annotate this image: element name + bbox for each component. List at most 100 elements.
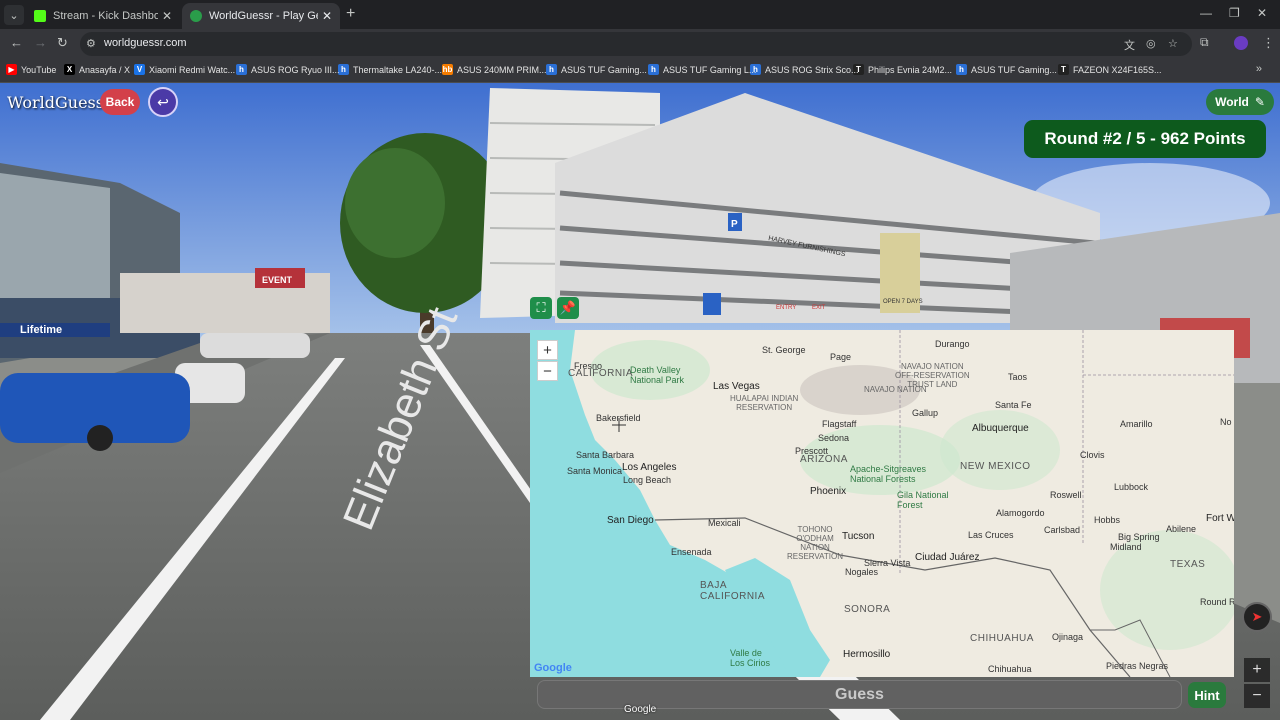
bookmark-favicon-icon: h: [956, 64, 967, 75]
bookmarks-bar: T FAZEON X24F165S... h ASUS TUF Gaming... T P…: [0, 59, 1280, 83]
map-label-hobbs: Hobbs: [1094, 515, 1121, 525]
close-tab-icon[interactable]: ✕: [322, 9, 332, 23]
map-label-tucson: Tucson: [842, 531, 875, 542]
browser-tab-bar: ⌄ Stream - Kick Dashboard ✕ WorldGuessr …: [0, 0, 1280, 29]
eye-slash-icon[interactable]: ◎: [1146, 37, 1156, 50]
tab-worldguessr[interactable]: WorldGuessr - Play Geoguessr ✕: [182, 3, 340, 29]
bookmark-item[interactable]: h ASUS TUF Gaming...: [546, 64, 647, 75]
back-button[interactable]: Back: [100, 89, 140, 115]
new-tab-plus-icon[interactable]: +: [346, 5, 355, 23]
bookmark-favicon-icon: T: [1058, 64, 1069, 75]
extensions-icon[interactable]: ⧉: [1200, 35, 1209, 50]
bookmark-item[interactable]: T FAZEON X24F165S...: [1058, 64, 1162, 75]
map-label-round-r: Round R: [1200, 597, 1234, 607]
map-label-new-mexico: NEW MEXICO: [960, 461, 1031, 472]
game-logo-title: WorldGuessr: [7, 93, 112, 112]
tab-kick-dashboard[interactable]: Stream - Kick Dashboard ✕: [26, 3, 180, 29]
map-label-hermosillo: Hermosillo: [843, 649, 891, 660]
minimize-icon[interactable]: —: [1200, 6, 1212, 20]
open-sign-text: OPEN 7 DAYS: [883, 299, 923, 305]
streetview-zoom-out-button[interactable]: −: [1244, 684, 1270, 708]
bookmark-favicon-icon: X: [64, 64, 75, 75]
compass-icon[interactable]: ➤: [1242, 602, 1272, 632]
bookmark-star-icon[interactable]: ☆: [1168, 37, 1178, 50]
shop-sign-text: Lifetime: [20, 324, 62, 336]
map-label-taos: Taos: [1008, 372, 1028, 382]
map-label-page: Page: [830, 352, 852, 362]
map-label-fresno: Fresno: [574, 361, 603, 371]
return-to-start-button[interactable]: ↩: [148, 87, 178, 117]
map-zoom-in-button[interactable]: +: [537, 340, 558, 360]
tab-search-chevron-icon[interactable]: ⌄: [4, 5, 24, 25]
map-label-baja-california: BAJA CALIFORNIA: [700, 580, 766, 602]
worldguessr-favicon-icon: [190, 10, 202, 22]
bookmark-item[interactable]: h ASUS ROG Ryuo III...: [236, 64, 340, 75]
map-label-santa-barbara: Santa Barbara: [576, 450, 635, 460]
parking-sign-text: P: [731, 219, 738, 230]
map-label-carlsbad: Carlsbad: [1044, 525, 1081, 535]
bookmark-label: YouTube: [21, 64, 57, 75]
close-tab-icon[interactable]: ✕: [162, 9, 172, 23]
map-label-abilene: Abilene: [1166, 524, 1197, 534]
streetview-zoom-in-button[interactable]: +: [1244, 658, 1270, 682]
expand-map-icon[interactable]: ⛶: [530, 297, 552, 319]
menu-dots-icon[interactable]: ⋮: [1262, 35, 1275, 51]
map-label-ensenada: Ensenada: [671, 547, 712, 557]
address-bar[interactable]: ⚙ worldguessr.com 文 ◎ ☆: [80, 32, 1192, 56]
bookmarks-overflow-icon[interactable]: »: [1256, 63, 1262, 75]
bookmark-item[interactable]: h ASUS ROG Strix Sco...: [750, 64, 859, 75]
translate-icon[interactable]: 文: [1124, 37, 1135, 53]
bookmark-label: Thermaltake LA240-...: [353, 64, 443, 75]
map-label-hualapai: HUALAPAI INDIAN RESERVATION: [730, 394, 799, 412]
hint-button[interactable]: Hint: [1188, 682, 1226, 708]
map-label-chihuahua-state: CHIHUAHUA: [970, 633, 1034, 644]
map-label-san-diego: San Diego: [607, 515, 654, 526]
bookmark-item[interactable]: V Xiaomi Redmi Watc...: [134, 64, 235, 75]
bookmark-item[interactable]: T Philips Evnia 24M2...: [853, 64, 952, 75]
map-label-big-spring: Big Spring: [1118, 532, 1160, 542]
bookmark-item[interactable]: h ASUS TUF Gaming L...: [648, 64, 756, 75]
restore-icon[interactable]: ❐: [1229, 6, 1240, 20]
guess-map[interactable]: + − CALIFORNIA Fresno Death Valley Nationa…: [530, 330, 1234, 677]
map-label-mexicali: Mexicali: [708, 518, 741, 528]
exit-sign-text: EXIT: [812, 305, 826, 311]
map-zoom-out-button[interactable]: −: [537, 361, 558, 381]
forward-arrow-icon[interactable]: →: [34, 35, 47, 50]
map-label-santa-monica: Santa Monica: [567, 466, 623, 476]
map-label-fort-w: Fort W: [1206, 513, 1234, 524]
map-label-amarillo: Amarillo: [1120, 419, 1153, 429]
profile-avatar[interactable]: [1234, 36, 1248, 50]
map-label-ojinaga: Ojinaga: [1052, 632, 1084, 642]
round-status-banner: Round #2 / 5 - 962 Points: [1024, 120, 1266, 158]
map-label-texas: TEXAS: [1170, 559, 1206, 570]
site-info-icon[interactable]: ⚙: [86, 37, 96, 50]
bookmark-label: ASUS 240MM PRIM...: [457, 64, 547, 75]
map-label-flagstaff: Flagstaff: [822, 419, 857, 429]
bookmark-favicon-icon: h: [648, 64, 659, 75]
back-arrow-icon[interactable]: ←: [10, 35, 23, 50]
reload-icon[interactable]: ↻: [57, 35, 68, 51]
map-label-sonora: SONORA: [844, 604, 891, 615]
browser-toolbar: ← → ↻ ⚙ worldguessr.com 文 ◎ ☆ ⧉ ⋮: [0, 29, 1280, 59]
bookmark-item[interactable]: X Anasayfa / X: [64, 64, 130, 75]
tab-title: WorldGuessr - Play Geoguessr: [209, 10, 318, 22]
bookmark-item[interactable]: ▶ YouTube: [6, 64, 56, 75]
map-label-arizona: ARIZONA: [800, 454, 848, 465]
world-mode-button[interactable]: World ✎: [1206, 89, 1274, 115]
bookmark-item[interactable]: hb ASUS 240MM PRIM...: [442, 64, 547, 75]
bookmark-label: ASUS TUF Gaming...: [971, 64, 1057, 75]
pin-map-icon[interactable]: 📌: [557, 297, 579, 319]
map-label-long-beach: Long Beach: [623, 475, 672, 485]
entry-sign-text: ENTRY: [776, 305, 796, 311]
map-label-ciudad-juarez: Ciudad Juárez: [915, 552, 980, 563]
map-label-gila: Gila National Forest: [897, 490, 949, 510]
map-label-piedras-negras: Piedras Negras: [1106, 661, 1169, 671]
map-label-phoenix: Phoenix: [810, 486, 847, 497]
map-label-st-george: St. George: [762, 345, 806, 355]
bookmark-item[interactable]: h ASUS TUF Gaming...: [956, 64, 1057, 75]
bookmark-item[interactable]: h Thermaltake LA240-...: [338, 64, 442, 75]
bookmark-label: Xiaomi Redmi Watc...: [149, 64, 236, 75]
google-watermark: Google: [624, 704, 657, 715]
world-label: World: [1215, 95, 1249, 109]
close-window-icon[interactable]: ✕: [1257, 6, 1267, 20]
